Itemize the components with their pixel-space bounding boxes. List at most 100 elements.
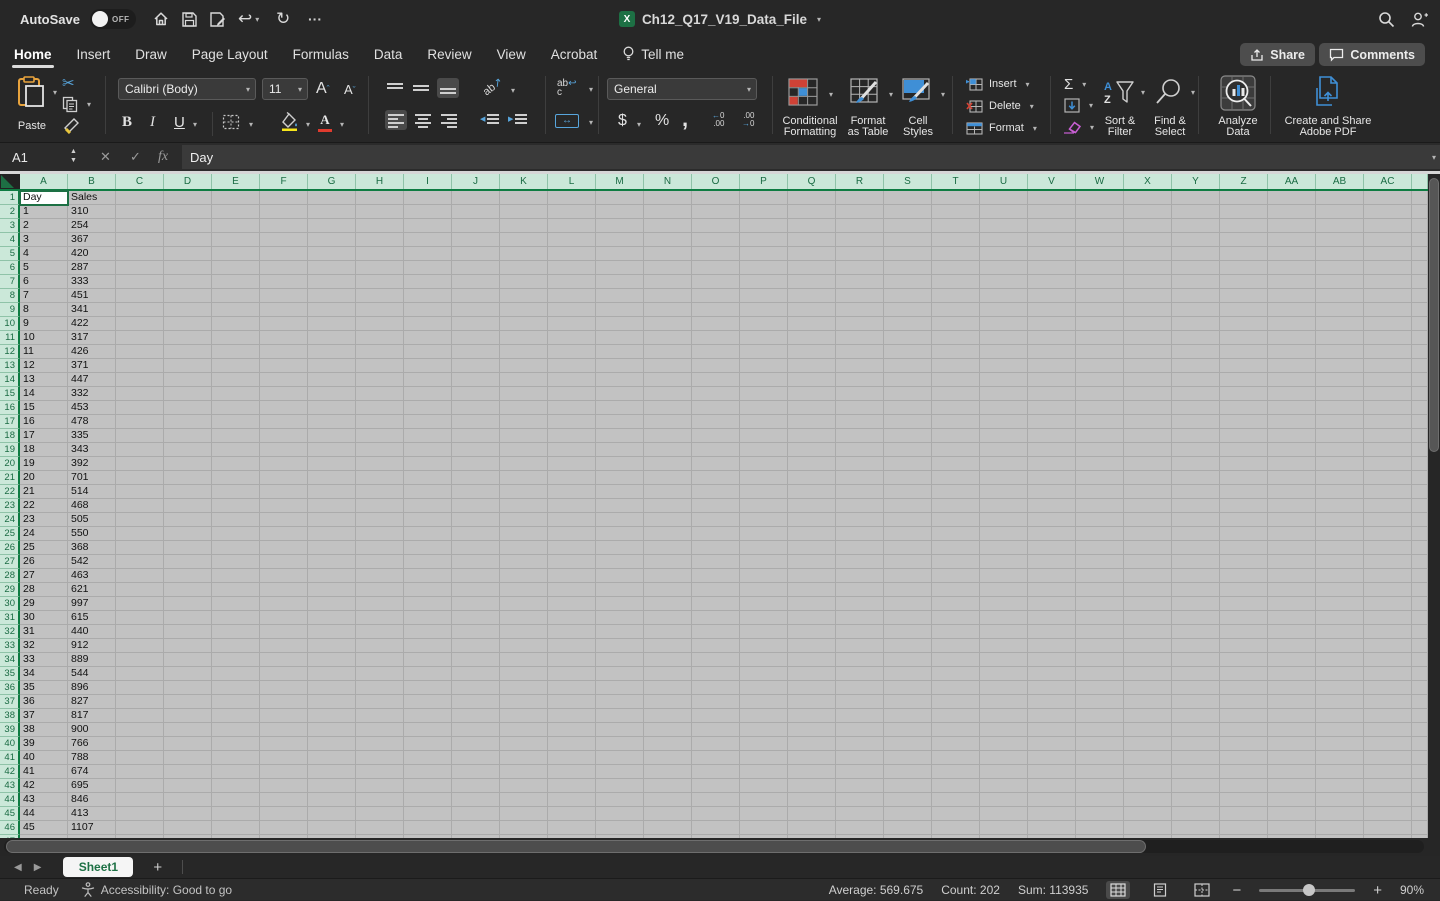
cell-B7[interactable]: 333 (68, 275, 116, 289)
cell-AB15[interactable] (1316, 387, 1364, 401)
cell-G18[interactable] (308, 429, 356, 443)
cell-X6[interactable] (1412, 261, 1428, 275)
zoom-in-icon[interactable]: + (1373, 882, 1382, 899)
cell-Z14[interactable] (1220, 373, 1268, 387)
cell-B1[interactable]: Sales (68, 191, 116, 205)
cell-AC10[interactable] (1364, 317, 1412, 331)
cell-G29[interactable] (308, 583, 356, 597)
cell-A19[interactable]: 18 (20, 443, 68, 457)
formula-bar-expand-icon[interactable] (1429, 143, 1436, 171)
cell-P25[interactable] (740, 527, 788, 541)
cell-K33[interactable] (500, 639, 548, 653)
cell-N11[interactable] (644, 331, 692, 345)
cell-AB27[interactable] (1316, 555, 1364, 569)
column-header-F[interactable]: F (260, 174, 308, 189)
orientation-icon[interactable]: ab↗ (480, 75, 505, 99)
cell-J25[interactable] (452, 527, 500, 541)
cell-F2[interactable] (260, 205, 308, 219)
cell-T16[interactable] (932, 401, 980, 415)
cell-Z17[interactable] (1220, 415, 1268, 429)
cell-A9[interactable]: 8 (20, 303, 68, 317)
cell-T2[interactable] (932, 205, 980, 219)
cell-U38[interactable] (980, 709, 1028, 723)
cell-A16[interactable]: 15 (20, 401, 68, 415)
cell-P39[interactable] (740, 723, 788, 737)
cell-C15[interactable] (116, 387, 164, 401)
row-header-23[interactable]: 23 (0, 499, 20, 513)
cell-D8[interactable] (164, 289, 212, 303)
cell-E24[interactable] (212, 513, 260, 527)
cell-M16[interactable] (596, 401, 644, 415)
font-size-select[interactable]: 11 (262, 78, 308, 100)
cell-H11[interactable] (356, 331, 404, 345)
cell-N21[interactable] (644, 471, 692, 485)
cell-AC8[interactable] (1364, 289, 1412, 303)
cell-C35[interactable] (116, 667, 164, 681)
cell-T23[interactable] (932, 499, 980, 513)
cell-P27[interactable] (740, 555, 788, 569)
cell-B44[interactable]: 846 (68, 793, 116, 807)
cell-J1[interactable] (452, 191, 500, 205)
cell-AC43[interactable] (1364, 779, 1412, 793)
cell-R42[interactable] (836, 765, 884, 779)
cell-H25[interactable] (356, 527, 404, 541)
cell-AB13[interactable] (1316, 359, 1364, 373)
cell-Q28[interactable] (788, 569, 836, 583)
cell-Z12[interactable] (1220, 345, 1268, 359)
cell-A30[interactable]: 29 (20, 597, 68, 611)
cell-AA36[interactable] (1268, 681, 1316, 695)
cell-G39[interactable] (308, 723, 356, 737)
cell-L7[interactable] (548, 275, 596, 289)
cell-V7[interactable] (1028, 275, 1076, 289)
cell-Q27[interactable] (788, 555, 836, 569)
cell-E33[interactable] (212, 639, 260, 653)
cell-AC3[interactable] (1364, 219, 1412, 233)
cell-H22[interactable] (356, 485, 404, 499)
cell-N38[interactable] (644, 709, 692, 723)
cell-Y27[interactable] (1172, 555, 1220, 569)
select-all-corner[interactable] (0, 174, 20, 189)
cell-A27[interactable]: 26 (20, 555, 68, 569)
format-painter-icon[interactable] (62, 116, 82, 134)
cell-G22[interactable] (308, 485, 356, 499)
cell-F42[interactable] (260, 765, 308, 779)
cell-AA4[interactable] (1268, 233, 1316, 247)
cell-B33[interactable]: 912 (68, 639, 116, 653)
cell-I15[interactable] (404, 387, 452, 401)
cell-W35[interactable] (1076, 667, 1124, 681)
cell-AA28[interactable] (1268, 569, 1316, 583)
cell-Q33[interactable] (788, 639, 836, 653)
cell-P30[interactable] (740, 597, 788, 611)
cell-U11[interactable] (980, 331, 1028, 345)
cell-Z46[interactable] (1220, 821, 1268, 835)
cell-C2[interactable] (116, 205, 164, 219)
cell-X24[interactable] (1124, 513, 1172, 527)
cell-Z34[interactable] (1220, 653, 1268, 667)
cell-H2[interactable] (356, 205, 404, 219)
cell-B13[interactable]: 371 (68, 359, 116, 373)
cell-Z15[interactable] (1220, 387, 1268, 401)
cell-X11[interactable] (1124, 331, 1172, 345)
cell-U34[interactable] (980, 653, 1028, 667)
cell-I7[interactable] (404, 275, 452, 289)
cell-K34[interactable] (500, 653, 548, 667)
cell-B46[interactable]: 1107 (68, 821, 116, 835)
cell-K32[interactable] (500, 625, 548, 639)
cell-J42[interactable] (452, 765, 500, 779)
cell-J27[interactable] (452, 555, 500, 569)
cell-L10[interactable] (548, 317, 596, 331)
cell-N30[interactable] (644, 597, 692, 611)
cell-T41[interactable] (932, 751, 980, 765)
cell-Y41[interactable] (1172, 751, 1220, 765)
cell-A21[interactable]: 20 (20, 471, 68, 485)
confirm-entry-icon[interactable]: ✓ (130, 143, 141, 171)
cell-V30[interactable] (1028, 597, 1076, 611)
row-header-18[interactable]: 18 (0, 429, 20, 443)
cell-N39[interactable] (644, 723, 692, 737)
cell-C8[interactable] (116, 289, 164, 303)
cell-X26[interactable] (1412, 541, 1428, 555)
cell-K23[interactable] (500, 499, 548, 513)
cell-K14[interactable] (500, 373, 548, 387)
cell-F41[interactable] (260, 751, 308, 765)
cell-AC29[interactable] (1364, 583, 1412, 597)
